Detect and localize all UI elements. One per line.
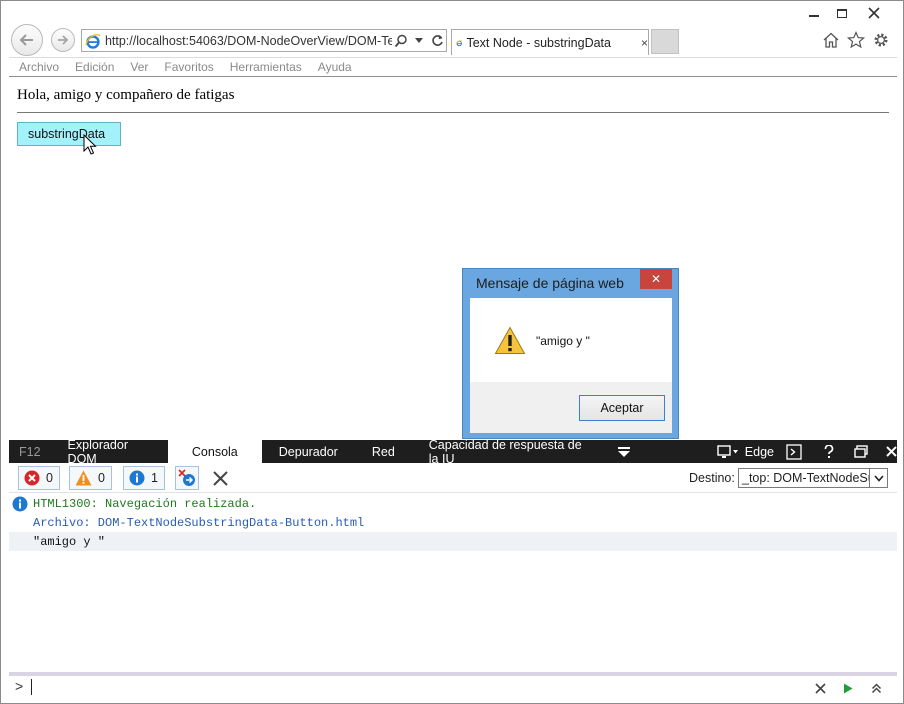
console-message: HTML1300: Navegación realizada. bbox=[33, 496, 257, 511]
address-bar[interactable]: http://localhost:54063/DOM-NodeOverView/… bbox=[81, 29, 447, 52]
mouse-cursor-icon bbox=[83, 134, 97, 155]
menu-bar: Archivo Edición Ver Favoritos Herramient… bbox=[9, 57, 897, 77]
forward-arrow-icon bbox=[58, 35, 69, 45]
info-filter-button[interactable]: 1 bbox=[123, 466, 165, 490]
horizontal-rule bbox=[17, 112, 889, 113]
clear-console-icon bbox=[212, 470, 228, 486]
target-label: Destino: bbox=[689, 471, 735, 485]
home-icon[interactable] bbox=[820, 29, 842, 51]
maximize-icon bbox=[837, 8, 847, 18]
error-filter-button[interactable]: 0 bbox=[18, 466, 60, 490]
back-arrow-icon bbox=[19, 34, 33, 46]
tab-depurador[interactable]: Depurador bbox=[262, 440, 355, 463]
help-icon[interactable] bbox=[824, 440, 834, 463]
browser-tab[interactable]: Text Node - substringData × bbox=[451, 29, 649, 55]
warning-icon bbox=[494, 326, 526, 354]
emulation-mode-label[interactable]: Edge bbox=[739, 440, 784, 463]
search-icon[interactable] bbox=[392, 30, 410, 51]
info-icon bbox=[12, 496, 28, 512]
devtools-f12-label: F12 bbox=[19, 444, 41, 459]
info-icon bbox=[129, 470, 145, 486]
minimize-button[interactable] bbox=[799, 1, 829, 25]
clear-input-icon[interactable] bbox=[811, 679, 829, 697]
forward-button[interactable] bbox=[51, 28, 75, 52]
minimize-icon bbox=[809, 15, 819, 17]
tab-explorador-dom[interactable]: Explorador DOM bbox=[51, 438, 168, 466]
console-toggle-icon[interactable] bbox=[786, 440, 802, 463]
console-file-link[interactable]: Archivo: DOM-TextNodeSubstringData-Butto… bbox=[33, 516, 364, 530]
console-result: "amigo y " bbox=[33, 534, 106, 549]
menu-favoritos[interactable]: Favoritos bbox=[164, 60, 213, 74]
emulation-monitor-icon[interactable] bbox=[717, 440, 739, 463]
info-count: 1 bbox=[151, 471, 158, 485]
refresh-icon[interactable] bbox=[428, 30, 446, 51]
menu-ayuda[interactable]: Ayuda bbox=[318, 60, 352, 74]
console-line: HTML1300: Navegación realizada. bbox=[9, 494, 897, 513]
warning-triangle-icon bbox=[75, 470, 92, 486]
console-input-row[interactable]: > bbox=[9, 676, 897, 700]
target-select[interactable]: _top: DOM-TextNodeSubstringData bbox=[738, 468, 888, 488]
error-icon bbox=[24, 470, 40, 486]
new-tab-button[interactable] bbox=[651, 29, 679, 54]
dropdown-arrow-icon[interactable] bbox=[410, 30, 428, 51]
clear-on-navigate-button[interactable] bbox=[175, 466, 199, 490]
ie-logo-icon bbox=[85, 33, 101, 49]
console-output: HTML1300: Navegación realizada. Archivo:… bbox=[9, 494, 897, 672]
dialog-close-button[interactable]: ✕ bbox=[640, 269, 672, 289]
close-window-button[interactable] bbox=[859, 1, 889, 25]
favorites-star-icon[interactable] bbox=[845, 29, 867, 51]
devtools-tab-bar: F12 Explorador DOM Consola Depurador Red… bbox=[9, 438, 897, 466]
console-line: Archivo: DOM-TextNodeSubstringData-Butto… bbox=[9, 513, 897, 532]
maximize-button[interactable] bbox=[827, 1, 857, 25]
substringdata-button[interactable]: substringData bbox=[17, 122, 121, 146]
tab-red[interactable]: Red bbox=[355, 440, 412, 463]
tab-title: Text Node - substringData bbox=[466, 35, 611, 50]
devtools-close-icon[interactable] bbox=[886, 440, 897, 463]
menu-archivo[interactable]: Archivo bbox=[19, 60, 59, 74]
menu-ver[interactable]: Ver bbox=[130, 60, 148, 74]
dialog-body: "amigo y " Aceptar bbox=[470, 298, 672, 433]
more-tabs-icon[interactable] bbox=[617, 440, 631, 463]
address-text[interactable]: http://localhost:54063/DOM-NodeOverView/… bbox=[105, 34, 392, 48]
dialog-footer: Aceptar bbox=[470, 382, 672, 433]
target-value: _top: DOM-TextNodeSubstringData bbox=[742, 471, 887, 485]
console-toolbar: 0 0 1 Destino: _top: DOM-TextNodeSubstri… bbox=[9, 463, 897, 493]
tab-capacidad-respuesta[interactable]: Capacidad de respuesta de la IU bbox=[412, 438, 609, 466]
dialog-title: Mensaje de página web bbox=[476, 275, 624, 291]
error-count: 0 bbox=[46, 471, 53, 485]
console-prompt: > bbox=[15, 678, 24, 694]
clear-console-button[interactable] bbox=[209, 466, 231, 490]
close-icon bbox=[868, 7, 880, 19]
ie-tab-icon bbox=[456, 39, 463, 46]
chevron-down-icon[interactable] bbox=[869, 469, 887, 487]
run-script-icon[interactable] bbox=[839, 679, 857, 697]
tab-consola[interactable]: Consola bbox=[167, 440, 262, 463]
warning-filter-button[interactable]: 0 bbox=[69, 466, 112, 490]
expand-input-icon[interactable] bbox=[867, 679, 885, 697]
page-text: Hola, amigo y compañero de fatigas bbox=[17, 87, 235, 103]
aceptar-button[interactable]: Aceptar bbox=[579, 395, 665, 421]
menu-herramientas[interactable]: Herramientas bbox=[230, 60, 302, 74]
clear-on-navigate-icon bbox=[178, 469, 195, 486]
message-dialog: Mensaje de página web ✕ "amigo y " Acept… bbox=[462, 268, 679, 439]
console-line: "amigo y " bbox=[9, 532, 897, 551]
dialog-message: "amigo y " bbox=[536, 334, 590, 348]
back-button[interactable] bbox=[11, 24, 43, 56]
gear-icon[interactable] bbox=[870, 29, 892, 51]
undock-icon[interactable] bbox=[854, 440, 868, 463]
browser-window: http://localhost:54063/DOM-NodeOverView/… bbox=[0, 0, 904, 704]
warning-count: 0 bbox=[98, 471, 105, 485]
text-caret bbox=[31, 679, 32, 695]
tab-close-button[interactable]: × bbox=[641, 36, 648, 50]
menu-edicion[interactable]: Edición bbox=[75, 60, 114, 74]
